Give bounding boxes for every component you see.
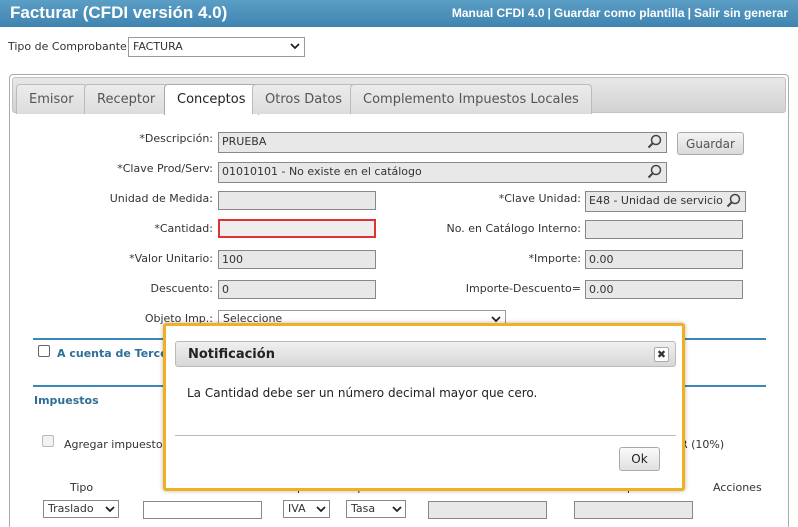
tab-bar: Emisor Receptor Conceptos Otros Datos Co… [12,77,786,115]
col-acciones: Acciones [713,481,762,494]
dialog-title: Notificación [188,347,275,362]
dialog-message: La Cantidad debe ser un número decimal m… [187,386,538,400]
link-separator: | [687,6,691,20]
tab-receptor[interactable]: Receptor [84,84,169,114]
title-bar: Facturar (CFDI versión 4.0) Manual CFDI … [0,0,798,27]
tipo-value: Traslado [48,502,94,515]
search-icon[interactable] [726,193,742,209]
importe-label: *Importe: [528,252,581,265]
importe-descuento-input[interactable]: 0.00 [585,280,743,299]
importe-descuento-label: Importe-Descuento= [465,282,581,295]
descuento-label: Descuento: [150,282,213,295]
ok-button[interactable]: Ok [619,447,660,471]
a-cuenta-terceros-checkbox[interactable] [38,345,50,357]
tipo-select[interactable]: Traslado [43,500,119,518]
tipo-factor-select[interactable]: Tasa [346,500,406,518]
search-icon[interactable] [647,164,663,180]
save-template-link[interactable]: Guardar como plantilla [554,6,685,20]
importe-input[interactable]: 0.00 [585,250,743,269]
tab-emisor[interactable]: Emisor [16,84,87,114]
chevron-down-icon [316,503,326,518]
close-icon[interactable]: ✖ [654,347,669,362]
tab-complemento-impuestos-locales[interactable]: Complemento Impuestos Locales [350,84,592,114]
agregar-impuesto-label: Agregar impuesto [64,438,163,451]
impuesto-value: IVA [288,502,306,515]
cantidad-input[interactable] [218,219,376,238]
descripcion-value: PRUEBA [222,135,267,148]
col-tipo: Tipo [70,481,94,494]
impuesto-select[interactable]: IVA [283,500,330,518]
clave-unidad-label: *Clave Unidad: [498,192,581,205]
window-title: Facturar (CFDI versión 4.0) [10,3,228,22]
exit-without-generating-link[interactable]: Salir sin generar [694,6,788,20]
clave-prod-label: *Clave Prod/Serv: [117,162,213,175]
valor-unitario-input[interactable]: 100 [218,250,376,269]
clave-unidad-input[interactable]: E48 - Unidad de servicio [585,191,746,212]
importe-row-input[interactable] [574,501,693,519]
clave-prod-value: 01010101 - No existe en el catálogo [222,165,422,178]
descuento-input[interactable]: 0 [218,280,376,299]
notification-dialog: Notificación ✖ La Cantidad debe ser un n… [163,323,685,491]
tab-otros-datos[interactable]: Otros Datos [252,84,356,114]
valor-unitario-label: *Valor Unitario: [129,252,213,265]
tasa-cuota-input[interactable] [428,501,547,519]
unidad-medida-label: Unidad de Medida: [109,192,213,205]
chevron-down-icon [392,503,402,518]
descripcion-label: *Descripción: [139,132,213,145]
agregar-impuesto-checkbox[interactable] [42,435,54,447]
base-input[interactable] [143,501,262,519]
tipo-comprobante-value: FACTURA [133,40,183,53]
tipo-factor-value: Tasa [351,502,376,515]
search-icon[interactable] [647,134,663,150]
clave-unidad-value: E48 - Unidad de servicio [589,194,723,207]
tipo-comprobante-select[interactable]: FACTURA [128,37,305,57]
header-links: Manual CFDI 4.0 | Guardar como plantilla | S… [452,6,788,20]
guardar-button[interactable]: Guardar [677,132,744,155]
tab-conceptos[interactable]: Conceptos [164,84,259,115]
no-catalogo-input[interactable] [585,220,743,239]
impuestos-title: Impuestos [34,394,99,407]
manual-link[interactable]: Manual CFDI 4.0 [452,6,545,20]
tipo-comprobante-label: Tipo de Comprobante: [8,40,131,53]
clave-prod-input[interactable]: 01010101 - No existe en el catálogo [218,162,667,183]
descripcion-input[interactable]: PRUEBA [218,132,667,153]
unidad-medida-input[interactable] [218,191,376,210]
no-catalogo-label: No. en Catálogo Interno: [446,222,582,235]
dialog-divider [175,435,676,436]
cantidad-label: *Cantidad: [154,222,213,235]
chevron-down-icon [290,40,300,55]
isr-label: R (10%) [680,438,725,451]
dialog-header: Notificación ✖ [175,341,676,367]
chevron-down-icon [105,503,115,518]
link-separator: | [547,6,551,20]
